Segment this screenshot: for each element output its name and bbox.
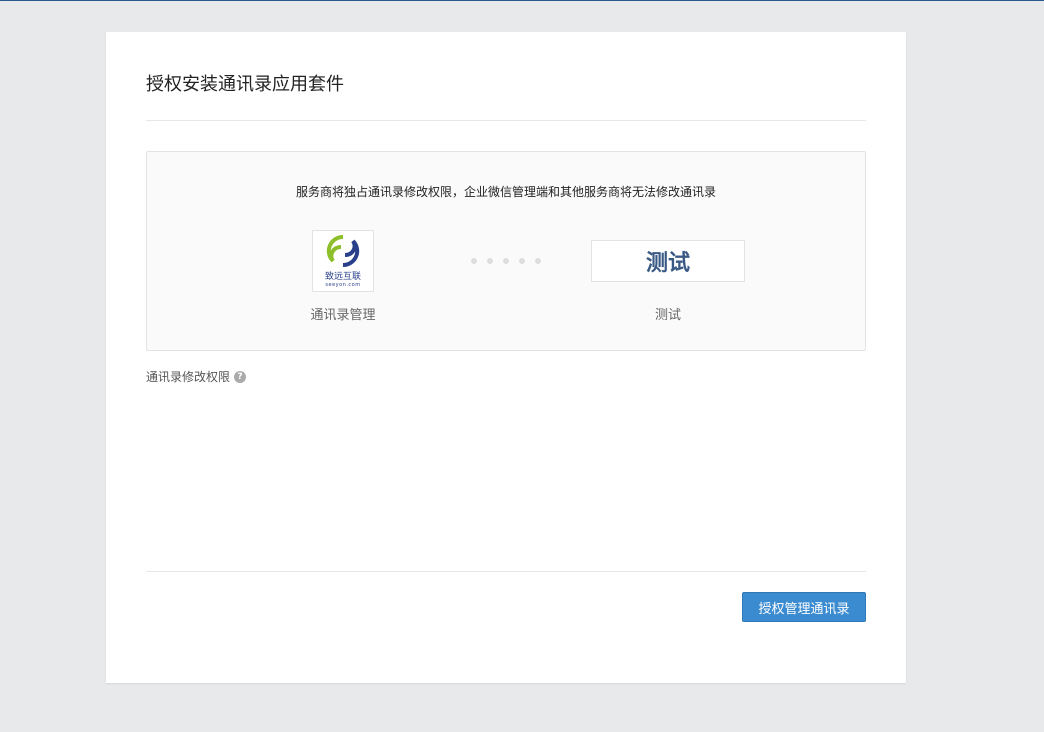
logo-url: seeyon.com — [325, 282, 361, 288]
connection-dots — [471, 258, 541, 264]
help-icon[interactable]: ? — [234, 370, 247, 383]
notice-text: 服务商将独占通讯录修改权限，企业微信管理端和其他服务商将无法修改通讯录 — [295, 185, 716, 199]
source-app-label: 通讯录管理 — [310, 308, 376, 323]
authorize-contacts-button[interactable]: 授权管理通讯录 — [742, 592, 866, 622]
seeyon-logo-icon — [326, 234, 360, 268]
page-title: 授权安装通讯录应用套件 — [146, 74, 344, 95]
divider — [146, 571, 866, 572]
divider — [146, 120, 866, 121]
permission-row: 通讯录修改权限 ? — [146, 368, 247, 385]
permission-label: 通讯录修改权限 — [146, 370, 231, 384]
logo-text: 致远互联 — [324, 272, 361, 282]
target-app-label: 测试 — [654, 308, 681, 323]
authorize-dialog: 授权安装通讯录应用套件 服务商将独占通讯录修改权限，企业微信管理端和其他服务商将… — [106, 32, 906, 683]
authorization-panel: 服务商将独占通讯录修改权限，企业微信管理端和其他服务商将无法修改通讯录 致远互联… — [146, 151, 866, 351]
contacts-manager-logo: 致远互联 seeyon.com — [312, 230, 374, 292]
test-app-logo: 测试 — [591, 240, 745, 282]
